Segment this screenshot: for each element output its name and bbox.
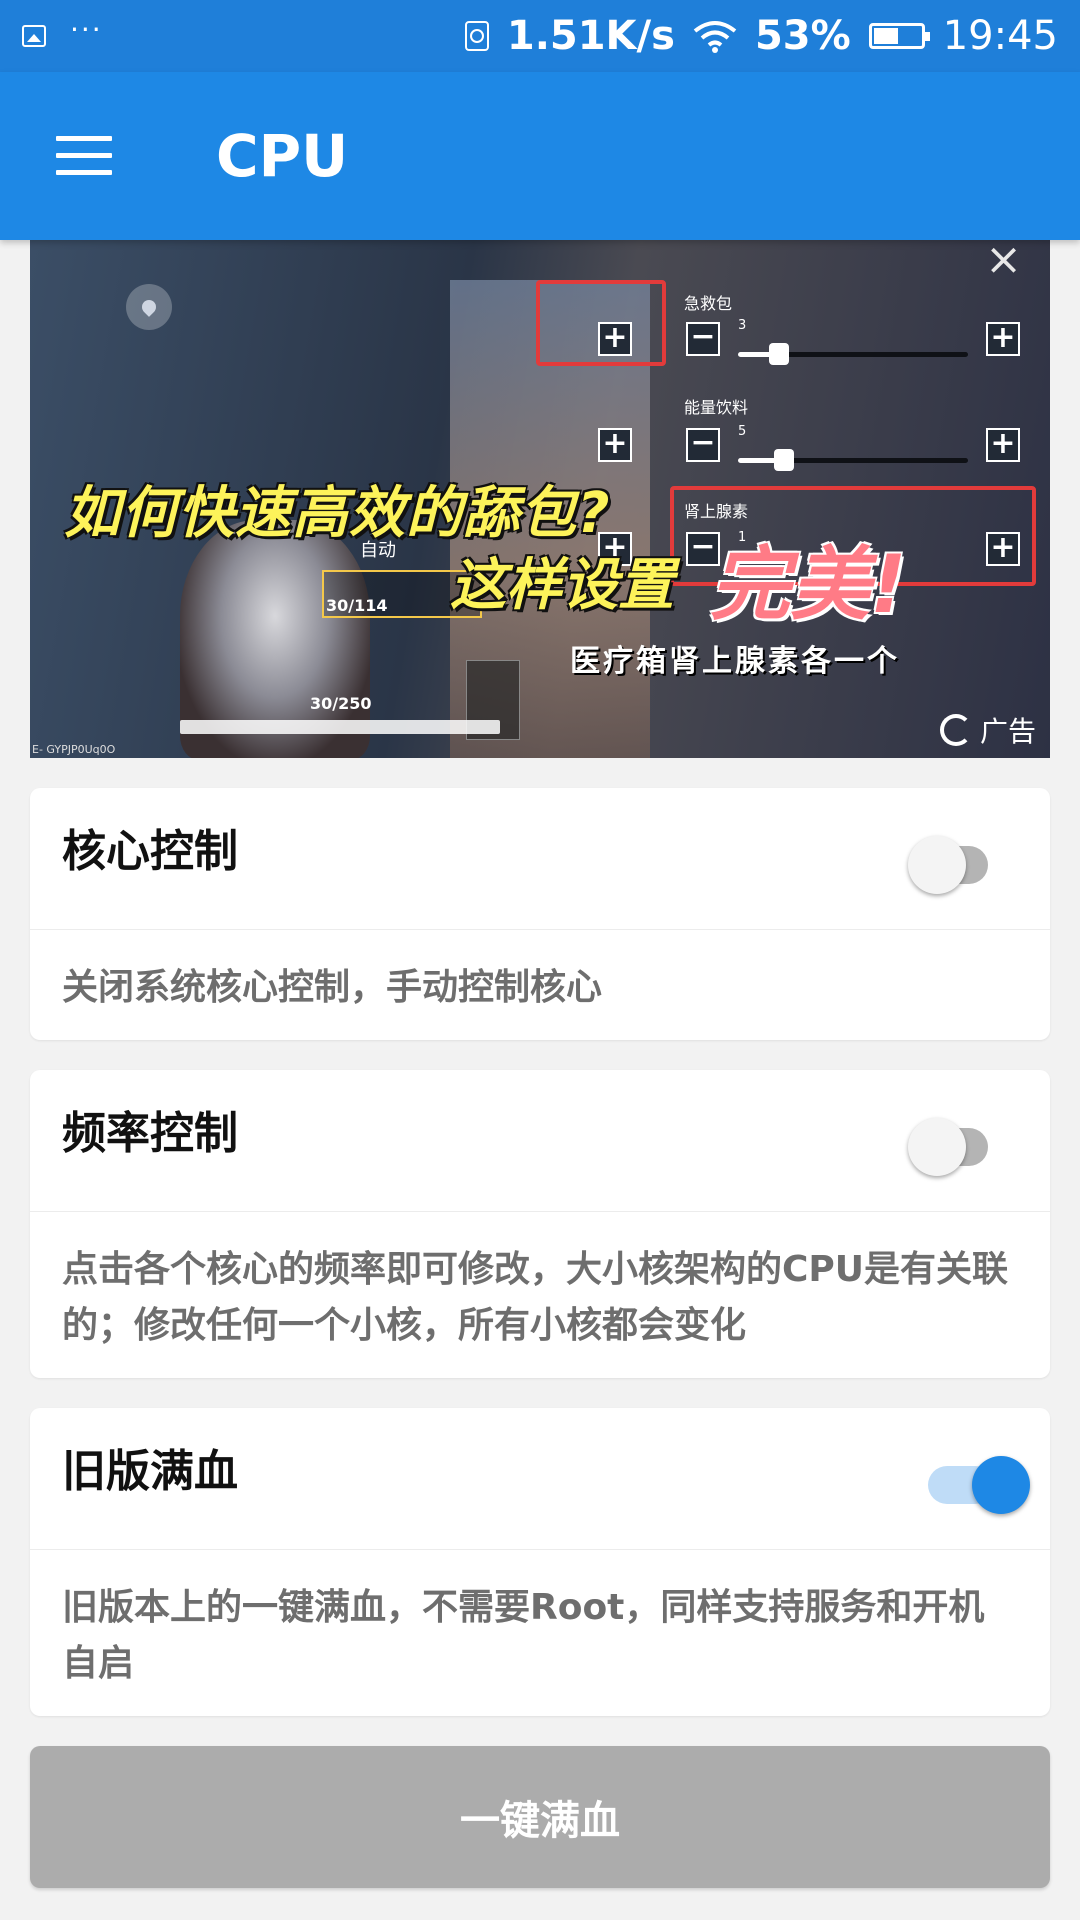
ad-subtitle: 医疗箱肾上腺素各一个 xyxy=(570,644,900,679)
more-notifications-icon: ··· xyxy=(70,13,103,46)
app-bar: CPU xyxy=(0,72,1080,240)
ad-banner[interactable]: × + + + 急救包 − 3 + 能量饮料 − 5 + 肾上腺素 − 1 + … xyxy=(30,240,1050,758)
ad-badge-icon xyxy=(939,714,972,746)
ad-item-label: 能量饮料 xyxy=(684,398,749,417)
frequency-control-card: 频率控制 点击各个核心的频率即可修改，大小核架构的CPU是有关联的；修改任何一个… xyxy=(30,1070,1050,1378)
ad-slider xyxy=(738,343,968,365)
card-header: 频率控制 xyxy=(30,1070,1050,1212)
clock: 19:45 xyxy=(942,13,1058,59)
page-title: CPU xyxy=(216,122,349,190)
card-title: 频率控制 xyxy=(62,1107,238,1159)
ad-headline-part: 这样设置 xyxy=(450,553,674,618)
battery-fill xyxy=(873,28,898,44)
frequency-control-switch[interactable] xyxy=(908,1112,988,1176)
location-pin-icon xyxy=(126,284,172,330)
close-icon[interactable]: × xyxy=(985,240,1022,285)
gallery-icon xyxy=(22,25,46,47)
ad-headline: 如何快速高效的舔包? xyxy=(64,481,611,546)
ad-item-label: 肾上腺素 xyxy=(684,502,749,521)
ad-minus-icon: − xyxy=(686,428,720,462)
ad-plus-icon: + xyxy=(986,428,1020,462)
legacy-full-hp-switch[interactable] xyxy=(928,1450,1030,1514)
one-tap-full-hp-button[interactable]: 一键满血 xyxy=(30,1746,1050,1888)
card-title: 核心控制 xyxy=(62,825,238,877)
card-title: 旧版满血 xyxy=(62,1445,238,1497)
card-description: 点击各个核心的频率即可修改，大小核架构的CPU是有关联的；修改任何一个小核，所有… xyxy=(62,1249,1009,1346)
network-speed: 1.51K/s xyxy=(506,13,675,59)
ad-item-count: 5 xyxy=(738,424,747,439)
switch-thumb xyxy=(908,836,966,894)
ad-video-code: E- GYPJP0Uq0O xyxy=(32,743,116,756)
ad-plus-icon: + xyxy=(598,322,632,356)
ad-badge-label: 广告 xyxy=(979,715,1036,748)
switch-thumb xyxy=(972,1456,1030,1514)
ad-item-count: 3 xyxy=(738,318,747,333)
screen-record-icon xyxy=(464,21,489,51)
ad-plus-icon: + xyxy=(986,532,1020,566)
core-control-card: 核心控制 关闭系统核心控制，手动控制核心 xyxy=(30,788,1050,1040)
status-bar: ··· 1.51K/s 53% 19:45 xyxy=(0,0,1080,72)
menu-icon[interactable] xyxy=(56,136,112,176)
battery-icon xyxy=(868,23,930,49)
ad-slider xyxy=(738,449,968,471)
ad-hud-ammo: 30/250 xyxy=(310,694,372,713)
card-header: 旧版满血 xyxy=(30,1408,1050,1550)
ad-slider-knob xyxy=(769,343,790,365)
ad-badge: 广告 xyxy=(939,710,1036,750)
ad-headline-highlight: 完美! xyxy=(710,538,907,631)
wifi-icon xyxy=(693,21,737,53)
card-description: 关闭系统核心控制，手动控制核心 xyxy=(62,967,603,1008)
battery-percentage: 53% xyxy=(754,13,851,59)
card-header: 核心控制 xyxy=(30,788,1050,930)
ad-plus-icon: + xyxy=(598,428,632,462)
ad-item-label: 急救包 xyxy=(684,294,733,313)
ad-hud-ammo: 30/114 xyxy=(326,596,388,615)
legacy-full-hp-card: 旧版满血 旧版本上的一键满血，不需要Root，同样支持服务和开机自启 xyxy=(30,1408,1050,1716)
core-control-switch[interactable] xyxy=(908,830,988,894)
ad-slider-knob xyxy=(774,449,794,471)
ad-plus-icon: + xyxy=(986,322,1020,356)
ad-hud-health-bar xyxy=(180,720,500,734)
switch-thumb xyxy=(908,1118,966,1176)
ad-minus-icon: − xyxy=(686,322,720,356)
card-description: 旧版本上的一键满血，不需要Root，同样支持服务和开机自启 xyxy=(62,1587,985,1684)
